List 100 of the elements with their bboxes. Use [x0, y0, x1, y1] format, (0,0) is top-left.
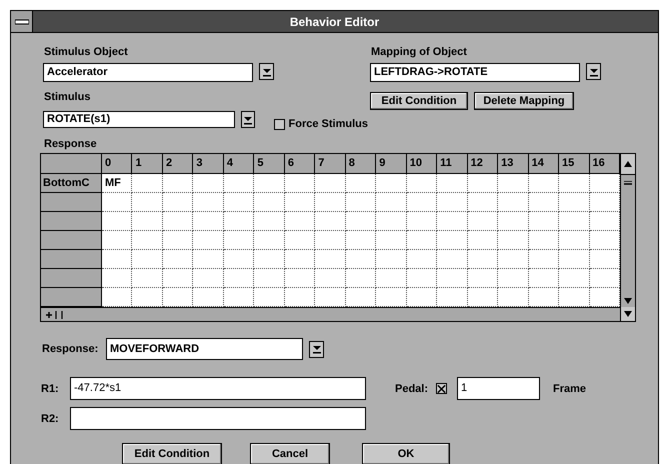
horizontal-scrollbar[interactable] — [41, 307, 620, 321]
grid-cell[interactable] — [193, 212, 224, 231]
dropdown-button[interactable] — [586, 63, 601, 80]
grid-cell[interactable] — [224, 174, 254, 193]
grid-cell[interactable] — [132, 288, 163, 307]
combo-box[interactable]: MOVEFORWARD — [106, 338, 303, 360]
grid-cell[interactable] — [224, 193, 254, 212]
grid-cell[interactable] — [498, 288, 529, 307]
grid-cell[interactable] — [346, 250, 376, 269]
grid-cell[interactable] — [559, 269, 590, 288]
grid-cell[interactable] — [498, 212, 529, 231]
vertical-scrollbar[interactable] — [620, 174, 635, 307]
grid-cell[interactable] — [376, 288, 407, 307]
grid-cell[interactable] — [437, 269, 468, 288]
grid-cell[interactable] — [224, 269, 254, 288]
grid-cell[interactable] — [284, 193, 316, 212]
grid-cell[interactable] — [559, 174, 590, 193]
grid-cell[interactable] — [346, 269, 376, 288]
grid-cell[interactable] — [437, 231, 468, 250]
grid-cell[interactable] — [559, 231, 590, 250]
grid-cell[interactable] — [224, 250, 254, 269]
grid-cell[interactable] — [132, 269, 163, 288]
push-button[interactable]: Edit Condition — [370, 92, 468, 110]
grid-cell[interactable] — [346, 174, 376, 193]
grid-cell[interactable] — [528, 174, 560, 193]
grid-cell[interactable] — [590, 288, 620, 307]
grid-cell[interactable] — [284, 231, 316, 250]
grid-cell[interactable] — [284, 269, 316, 288]
grid-cell[interactable] — [254, 269, 285, 288]
grid-cell[interactable] — [102, 288, 132, 307]
grid-cell[interactable] — [315, 288, 346, 307]
grid-cell[interactable] — [346, 288, 376, 307]
grid-cell[interactable] — [376, 193, 407, 212]
dropdown-button[interactable] — [309, 340, 324, 358]
grid-cell[interactable] — [590, 174, 620, 193]
grid-cell[interactable] — [498, 250, 529, 269]
grid-cell[interactable] — [193, 174, 224, 193]
push-button[interactable]: Edit Condition — [122, 443, 222, 464]
system-menu-button[interactable] — [11, 11, 33, 32]
grid-cell[interactable] — [102, 212, 132, 231]
grid-cell[interactable] — [468, 174, 498, 193]
grid-cell[interactable] — [559, 250, 590, 269]
grid-cell[interactable] — [528, 250, 560, 269]
grid-cell[interactable] — [254, 250, 285, 269]
grid-cell[interactable] — [406, 231, 438, 250]
grid-cell[interactable] — [437, 174, 468, 193]
grid-cell[interactable] — [315, 231, 346, 250]
grid-cell[interactable] — [468, 288, 498, 307]
grid-cell[interactable] — [224, 231, 254, 250]
grid-cell[interactable] — [406, 174, 438, 193]
grid-cell[interactable] — [193, 288, 224, 307]
grid-cell[interactable] — [376, 174, 407, 193]
checkbox[interactable] — [436, 383, 448, 394]
grid-cell[interactable] — [284, 288, 316, 307]
push-button[interactable]: Cancel — [250, 443, 330, 464]
grid-cell[interactable] — [590, 231, 620, 250]
grid-cell[interactable] — [102, 231, 132, 250]
grid-cell[interactable] — [559, 288, 590, 307]
grid-cell[interactable] — [346, 231, 376, 250]
dropdown-button[interactable] — [259, 63, 274, 80]
grid-cell[interactable] — [590, 193, 620, 212]
scroll-down-button[interactable] — [620, 307, 635, 321]
grid-cell[interactable] — [528, 269, 560, 288]
grid-cell[interactable] — [528, 193, 560, 212]
push-button[interactable]: OK — [362, 443, 450, 464]
combo-box[interactable]: LEFTDRAG->ROTATE — [370, 63, 580, 82]
scroll-up-button[interactable] — [620, 154, 635, 174]
grid-cell[interactable] — [468, 193, 498, 212]
combo-box[interactable]: ROTATE(s1) — [43, 111, 235, 128]
grid-cell[interactable] — [284, 212, 316, 231]
grid-cell[interactable] — [224, 288, 254, 307]
grid-cell[interactable] — [162, 288, 194, 307]
grid-cell[interactable] — [437, 288, 468, 307]
grid-cell[interactable] — [376, 250, 407, 269]
grid-cell[interactable] — [102, 250, 132, 269]
input-field[interactable] — [70, 407, 366, 430]
grid-cell[interactable] — [437, 250, 468, 269]
grid-cell[interactable] — [315, 193, 346, 212]
grid-cell[interactable] — [498, 193, 529, 212]
grid-cell[interactable] — [254, 231, 285, 250]
grid-cell[interactable] — [162, 193, 194, 212]
grid-cell[interactable] — [162, 269, 194, 288]
dropdown-button[interactable] — [240, 111, 255, 128]
grid-cell[interactable] — [162, 212, 194, 231]
grid-cell[interactable] — [559, 212, 590, 231]
grid-cell[interactable] — [376, 212, 407, 231]
grid-cell[interactable] — [193, 269, 224, 288]
grid-cell[interactable] — [193, 250, 224, 269]
grid-cell[interactable] — [406, 288, 438, 307]
grid-cell[interactable] — [498, 231, 529, 250]
grid-cell[interactable]: MF — [102, 174, 132, 193]
grid-cell[interactable] — [254, 193, 285, 212]
grid-cell[interactable] — [346, 212, 376, 231]
grid-cell[interactable] — [132, 231, 163, 250]
grid-cell[interactable] — [315, 269, 346, 288]
grid-cell[interactable] — [102, 193, 132, 212]
grid-cell[interactable] — [406, 193, 438, 212]
grid-cell[interactable] — [468, 231, 498, 250]
grid-cell[interactable] — [193, 231, 224, 250]
grid-cell[interactable] — [559, 193, 590, 212]
